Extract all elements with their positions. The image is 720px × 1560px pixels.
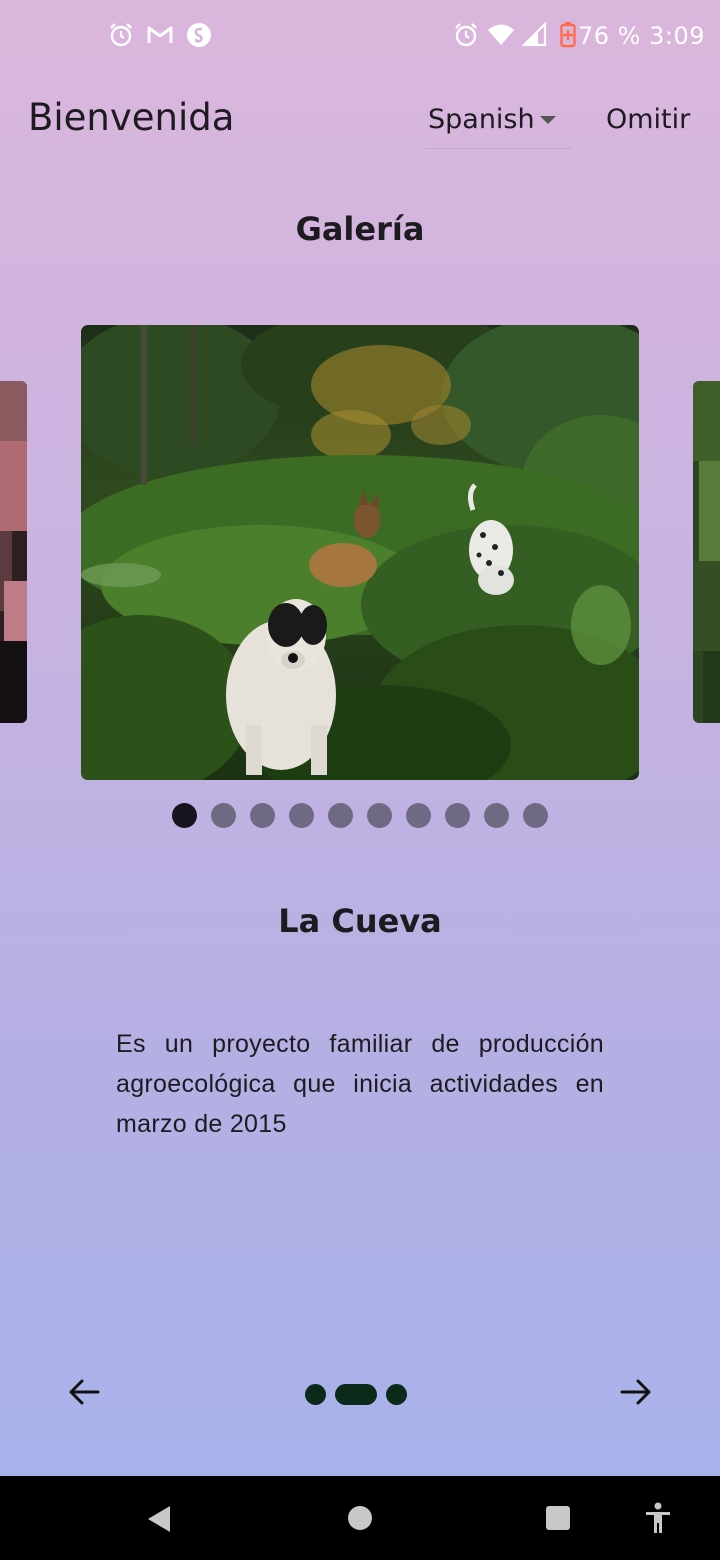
place-title: La Cueva [278,902,442,940]
page-indicator-dot [305,1384,326,1405]
carousel-dot[interactable] [328,803,353,828]
onboarding-screen: 76 % 3:09 Bienvenida Spanish Omitir Gale… [0,0,720,1560]
battery-icon [560,22,576,48]
back-arrow-icon[interactable] [64,1372,104,1412]
accessibility-icon[interactable] [644,1502,672,1534]
carousel-dot[interactable] [523,803,548,828]
shazam-icon [187,23,211,47]
status-bar: 76 % 3:09 [0,0,720,72]
language-dropdown[interactable]: Spanish [426,98,572,149]
gmail-icon [147,26,173,43]
carousel-dot[interactable] [250,803,275,828]
skip-button[interactable]: Omitir [596,96,700,162]
page-title: Bienvenida [28,96,235,139]
page-indicator-dot [386,1384,407,1405]
system-navigation-bar [0,1476,720,1560]
language-value: Spanish [428,104,535,135]
carousel-dot[interactable] [406,803,431,828]
gallery-title: Galería [295,210,425,248]
chevron-down-icon [540,116,556,124]
signal-icon [522,22,547,47]
alarm-icon [110,23,132,47]
carousel-dot[interactable] [211,803,236,828]
carousel-dot[interactable] [367,803,392,828]
previous-slide-image[interactable] [0,381,27,723]
alarm-icon [455,23,477,47]
page-indicator-dot [335,1384,377,1405]
place-description: Es un proyecto familiar de producción ag… [116,1030,604,1138]
forward-arrow-icon[interactable] [616,1372,656,1412]
next-slide-image[interactable] [693,381,720,723]
battery-time-text: 76 % 3:09 [578,22,705,50]
system-home-icon[interactable] [347,1505,373,1531]
carousel-dot[interactable] [289,803,314,828]
gallery-photo[interactable] [81,325,639,780]
system-recents-icon[interactable] [545,1505,571,1531]
system-back-icon[interactable] [146,1504,172,1534]
carousel-dot[interactable] [172,803,197,828]
carousel-dot[interactable] [445,803,470,828]
carousel-dot[interactable] [484,803,509,828]
wifi-icon [488,24,514,45]
